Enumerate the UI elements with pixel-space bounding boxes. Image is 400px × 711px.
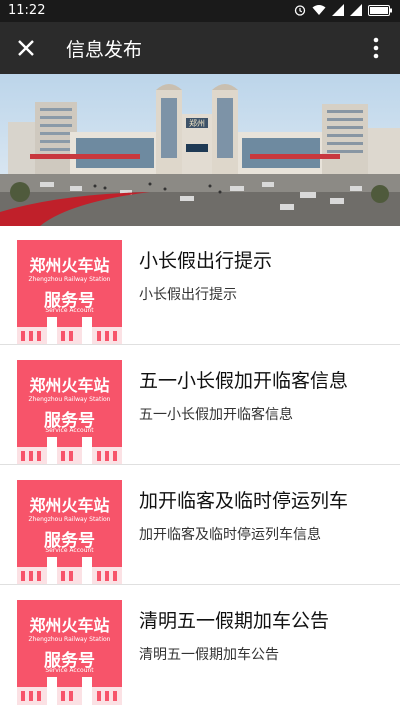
thumb-subtitle: Zhengzhou Railway Station	[28, 276, 111, 283]
thumb-subtitle: Zhengzhou Railway Station	[28, 396, 111, 403]
banner-image[interactable]: 郑州	[0, 74, 400, 226]
station-building-icon	[17, 437, 122, 465]
station-building-icon	[17, 677, 122, 705]
article-desc: 小长假出行提示	[139, 287, 237, 303]
station-building-icon	[17, 557, 122, 585]
article-desc: 清明五一假期加车公告	[139, 647, 279, 663]
article-desc: 五一小长假加开临客信息	[139, 407, 293, 423]
thumb-subtitle-2: Service Account	[45, 547, 94, 554]
thumb-subtitle: Zhengzhou Railway Station	[28, 516, 111, 523]
article-title: 小长假出行提示	[139, 250, 273, 272]
article-thumbnail: 郑州火车站 Zhengzhou Railway Station 服务号 Serv…	[17, 240, 122, 345]
article-list: 郑州火车站 Zhengzhou Railway Station 服务号 Serv…	[0, 226, 400, 711]
signal-icon	[350, 4, 362, 16]
list-item[interactable]: 郑州火车站 Zhengzhou Railway Station 服务号 Serv…	[0, 466, 400, 585]
status-icons	[294, 4, 392, 16]
page-title: 信息发布	[66, 39, 143, 61]
article-thumbnail: 郑州火车站 Zhengzhou Railway Station 服务号 Serv…	[17, 480, 122, 585]
station-building-icon	[17, 317, 122, 345]
status-time: 11:22	[8, 3, 46, 18]
more-vertical-icon	[373, 37, 379, 59]
thumb-subtitle-2: Service Account	[45, 667, 94, 674]
article-thumbnail: 郑州火车站 Zhengzhou Railway Station 服务号 Serv…	[17, 360, 122, 465]
title-bar: 信息发布	[0, 22, 400, 74]
list-item[interactable]: 郑州火车站 Zhengzhou Railway Station 服务号 Serv…	[0, 346, 400, 465]
wifi-icon	[312, 5, 326, 15]
thumb-subtitle-2: Service Account	[45, 307, 94, 314]
close-button[interactable]	[10, 32, 42, 64]
list-item[interactable]: 郑州火车站 Zhengzhou Railway Station 服务号 Serv…	[0, 586, 400, 705]
thumb-title: 郑州火车站	[29, 256, 110, 275]
divider	[0, 464, 400, 465]
thumb-title: 郑州火车站	[29, 376, 110, 395]
divider	[0, 344, 400, 345]
article-title: 清明五一假期加车公告	[139, 610, 330, 632]
battery-icon	[368, 4, 392, 16]
list-item[interactable]: 郑州火车站 Zhengzhou Railway Station 服务号 Serv…	[0, 226, 400, 345]
close-icon	[18, 40, 34, 56]
alarm-icon	[294, 5, 306, 16]
status-bar: 11:22	[0, 0, 400, 22]
divider	[0, 584, 400, 585]
thumb-title: 郑州火车站	[29, 496, 110, 515]
thumb-title: 郑州火车站	[29, 616, 110, 635]
station-sign-text: 郑州	[189, 118, 205, 128]
article-thumbnail: 郑州火车站 Zhengzhou Railway Station 服务号 Serv…	[17, 600, 122, 705]
more-menu-button[interactable]	[362, 32, 390, 64]
article-desc: 加开临客及临时停运列车信息	[139, 527, 321, 543]
article-title: 五一小长假加开临客信息	[139, 370, 349, 392]
signal-icon	[332, 4, 344, 16]
thumb-subtitle-2: Service Account	[45, 427, 94, 434]
article-title: 加开临客及临时停运列车	[139, 490, 349, 512]
thumb-subtitle: Zhengzhou Railway Station	[28, 636, 111, 643]
